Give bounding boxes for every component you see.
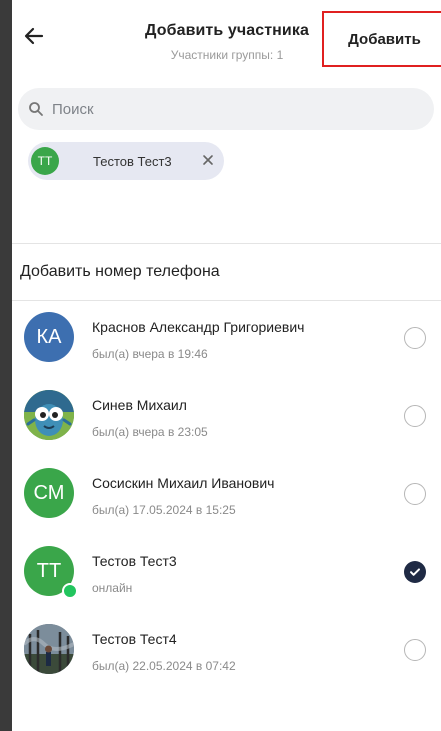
back-arrow-icon[interactable] xyxy=(22,24,46,48)
avatar xyxy=(24,390,74,440)
online-status-dot xyxy=(62,583,78,599)
contact-row[interactable]: Тестов Тест4 был(а) 22.05.2024 в 07:42 xyxy=(12,615,441,693)
select-radio-checked[interactable] xyxy=(404,561,426,583)
search-icon xyxy=(29,102,43,116)
select-radio[interactable] xyxy=(404,639,426,661)
contact-status: был(а) 22.05.2024 в 07:42 xyxy=(92,659,236,673)
contact-name: Тестов Тест3 xyxy=(92,553,177,569)
divider xyxy=(12,243,441,244)
select-radio[interactable] xyxy=(404,483,426,505)
selected-member-chip: ТТ Тестов Тест3 xyxy=(28,142,224,180)
cartoon-bird-photo xyxy=(24,390,74,440)
search-bar[interactable] xyxy=(18,88,434,130)
contact-list: КА Краснов Александр Григориевич был(а) … xyxy=(12,303,441,693)
avatar: ТТ xyxy=(31,147,59,175)
avatar: СМ xyxy=(24,468,74,518)
add-button[interactable]: Добавить xyxy=(322,11,441,67)
contact-status: был(а) вчера в 23:05 xyxy=(92,425,208,439)
select-radio[interactable] xyxy=(404,327,426,349)
contact-status: онлайн xyxy=(92,581,133,595)
contact-row[interactable]: СМ Сосискин Михаил Иванович был(а) 17.05… xyxy=(12,459,441,537)
checkmark-icon xyxy=(410,568,420,576)
contact-row[interactable]: КА Краснов Александр Григориевич был(а) … xyxy=(12,303,441,381)
contact-status: был(а) вчера в 19:46 xyxy=(92,347,208,361)
forest-photo xyxy=(24,624,74,674)
page-subtitle: Участники группы: 1 xyxy=(170,48,284,62)
close-icon[interactable] xyxy=(200,152,216,168)
add-member-screen: Добавить участника Участники группы: 1 Д… xyxy=(12,0,441,731)
contact-name: Сосискин Михаил Иванович xyxy=(92,475,275,491)
contact-row[interactable]: ТТ Тестов Тест3 онлайн xyxy=(12,537,441,615)
select-radio[interactable] xyxy=(404,405,426,427)
avatar xyxy=(24,624,74,674)
divider xyxy=(12,300,441,301)
contact-status: был(а) 17.05.2024 в 15:25 xyxy=(92,503,236,517)
add-phone-number-link[interactable]: Добавить номер телефона xyxy=(20,263,220,281)
chip-name: Тестов Тест3 xyxy=(93,153,172,169)
contact-row[interactable]: Синев Михаил был(а) вчера в 23:05 xyxy=(12,381,441,459)
avatar: КА xyxy=(24,312,74,362)
search-input[interactable] xyxy=(50,99,414,119)
page-title: Добавить участника xyxy=(145,22,309,39)
contact-name: Краснов Александр Григориевич xyxy=(92,319,305,335)
contact-name: Синев Михаил xyxy=(92,397,187,413)
contact-name: Тестов Тест4 xyxy=(92,631,177,647)
